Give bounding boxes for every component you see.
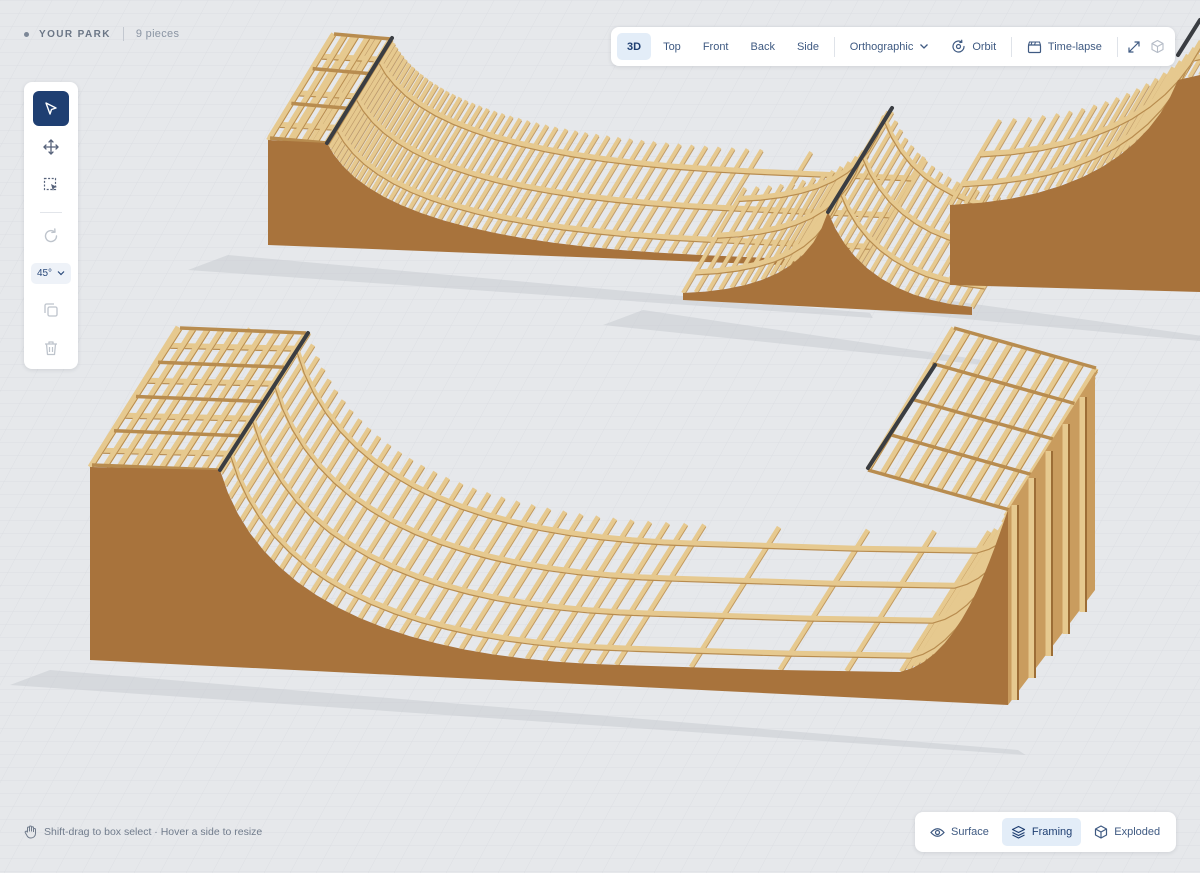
surface-mode-button[interactable]: Surface: [921, 818, 998, 846]
box-select-icon: [43, 178, 57, 192]
cursor-arrow-icon: [45, 101, 57, 115]
hand-icon: [24, 825, 36, 839]
delete-tool-button[interactable]: [33, 331, 69, 366]
view-front-button[interactable]: Front: [693, 33, 739, 60]
orbit-button[interactable]: Orbit: [941, 33, 1006, 60]
duplicate-tool-button[interactable]: [33, 292, 69, 327]
view-back-button[interactable]: Back: [741, 33, 785, 60]
eye-icon: [930, 827, 945, 837]
move-tool-button[interactable]: [33, 129, 69, 164]
cube-view-button[interactable]: [1147, 33, 1169, 60]
park-status-dot: [24, 31, 29, 37]
rotate-tool-button[interactable]: [33, 218, 69, 253]
toolbar-divider: [834, 36, 835, 57]
expand-icon: [1128, 40, 1140, 53]
view-side-button[interactable]: Side: [787, 33, 829, 60]
view-mode-switch: Surface Framing Exploded: [915, 812, 1176, 852]
hint-text: Shift-drag to box select · Hover a side …: [44, 826, 263, 838]
view-3d-button[interactable]: 3D: [617, 33, 652, 60]
exploded-mode-button[interactable]: Exploded: [1085, 818, 1169, 846]
box-select-tool-button[interactable]: [33, 168, 69, 203]
view-top-button[interactable]: Top: [653, 33, 691, 60]
chevron-down-icon: [57, 271, 65, 276]
projection-select[interactable]: Orthographic: [840, 33, 940, 60]
rotation-angle-select[interactable]: 45°: [31, 262, 71, 285]
move-arrows-icon: [43, 139, 59, 155]
toolbar-divider: [1116, 36, 1118, 57]
orbit-label: Orbit: [972, 40, 997, 53]
tool-divider: [40, 212, 62, 214]
orbit-icon: [952, 39, 965, 53]
trash-icon: [45, 341, 57, 356]
park-info-divider: [122, 27, 124, 41]
select-tool-button[interactable]: [33, 91, 69, 127]
toolbar-divider: [1011, 36, 1012, 57]
framing-mode-label: Framing: [1031, 826, 1073, 838]
interaction-hint: Shift-drag to box select · Hover a side …: [24, 825, 262, 839]
clapperboard-icon: [1027, 40, 1042, 53]
box-icon: [1095, 825, 1108, 839]
duplicate-icon: [44, 303, 58, 317]
surface-mode-label: Surface: [951, 826, 989, 838]
view-toolbar: 3D Top Front Back Side Orthographic Orbi…: [611, 27, 1175, 66]
exploded-mode-label: Exploded: [1114, 826, 1161, 838]
framing-mode-button[interactable]: Framing: [1001, 818, 1082, 846]
layers-icon: [1011, 825, 1026, 839]
rotation-angle-value: 45°: [36, 267, 53, 279]
scene-viewport[interactable]: [0, 0, 1200, 873]
timelapse-label: Time-lapse: [1047, 40, 1102, 53]
timelapse-button[interactable]: Time-lapse: [1017, 33, 1112, 60]
tool-panel: 45°: [24, 82, 78, 369]
piece-count: 9 pieces: [135, 28, 180, 40]
park-info: YOUR PARK 9 pieces: [24, 27, 179, 41]
rotate-icon: [44, 228, 58, 243]
projection-label: Orthographic: [849, 40, 914, 53]
park-name: YOUR PARK: [39, 28, 111, 40]
fullscreen-button[interactable]: [1123, 33, 1145, 60]
chevron-down-icon: [920, 44, 929, 49]
cube-icon: [1151, 39, 1164, 54]
